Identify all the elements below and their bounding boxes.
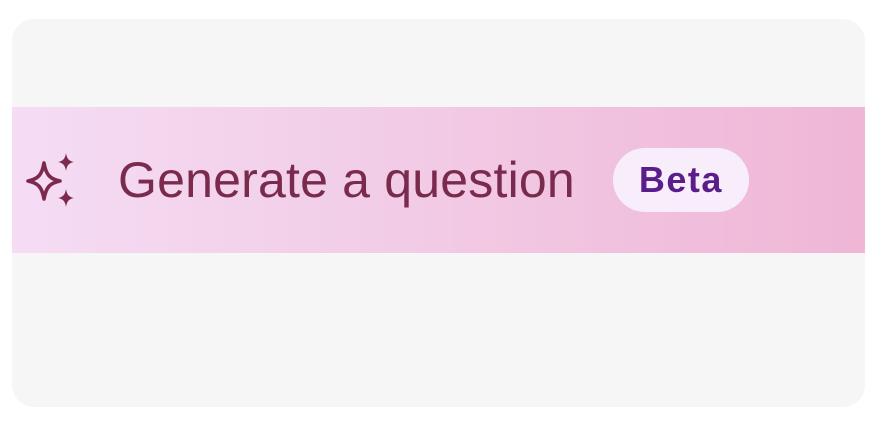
generate-question-card: Generate a question Beta: [12, 19, 865, 407]
beta-badge: Beta: [612, 148, 749, 212]
generate-question-label: Generate a question: [118, 152, 575, 208]
generate-question-button[interactable]: Generate a question Beta: [12, 107, 865, 253]
sparkle-icon: [26, 153, 74, 207]
